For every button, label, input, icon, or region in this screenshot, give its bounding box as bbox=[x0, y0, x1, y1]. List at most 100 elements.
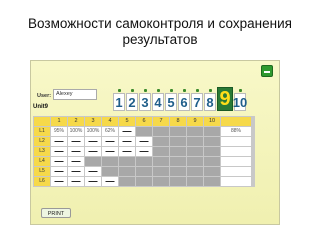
table-cell[interactable]: — bbox=[136, 137, 152, 146]
table-cell[interactable]: — bbox=[85, 137, 101, 146]
row-label: L6 bbox=[34, 177, 50, 186]
column-header: 2 bbox=[68, 117, 84, 126]
table-cell bbox=[153, 177, 169, 186]
pin-icon bbox=[156, 89, 160, 92]
table-cell bbox=[119, 167, 135, 176]
table-cell[interactable]: — bbox=[51, 147, 67, 156]
column-header: 4 bbox=[102, 117, 118, 126]
table-cell[interactable]: — bbox=[68, 177, 84, 186]
table-cell[interactable]: — bbox=[51, 137, 67, 146]
exit-icon[interactable] bbox=[261, 65, 273, 77]
table-cell bbox=[136, 177, 152, 186]
table-cell bbox=[187, 157, 203, 166]
pin-icon bbox=[238, 89, 242, 92]
pin-icon bbox=[117, 89, 121, 92]
table-cell[interactable]: — bbox=[85, 177, 101, 186]
table-cell[interactable]: 95% bbox=[51, 127, 67, 136]
print-button[interactable]: PRINT bbox=[41, 208, 71, 218]
table-cell[interactable]: — bbox=[51, 177, 67, 186]
column-header: 6 bbox=[136, 117, 152, 126]
table-cell bbox=[136, 127, 152, 136]
app-screenshot: User: Alexey Unit9 1 2 3 4 5 6 7 8 9 10 123456789… bbox=[30, 60, 280, 225]
column-header: 10 bbox=[204, 117, 220, 126]
row-label: L1 bbox=[34, 127, 50, 136]
score-cell bbox=[221, 177, 251, 186]
table-cell bbox=[204, 137, 220, 146]
row-label: L4 bbox=[34, 157, 50, 166]
number-button-10[interactable]: 10 bbox=[233, 89, 247, 111]
table-cell bbox=[153, 137, 169, 146]
table-cell bbox=[170, 177, 186, 186]
pin-icon bbox=[208, 89, 212, 92]
number-button-5[interactable]: 5 bbox=[165, 89, 177, 111]
table-cell bbox=[170, 147, 186, 156]
table-cell bbox=[170, 167, 186, 176]
results-table: 1 2 3 4 5 6 7 8 9 10 L1 95% 100% 100% 62% —88% L2— — — — — — L… bbox=[33, 116, 255, 187]
table-cell[interactable]: — bbox=[68, 137, 84, 146]
table-cell bbox=[204, 157, 220, 166]
number-button-3[interactable]: 3 bbox=[139, 89, 151, 111]
table-cell[interactable]: — bbox=[119, 137, 135, 146]
table-cell bbox=[187, 137, 203, 146]
pin-icon bbox=[130, 89, 134, 92]
table-cell bbox=[187, 167, 203, 176]
table-cell bbox=[119, 177, 135, 186]
table-cell bbox=[204, 127, 220, 136]
number-button-4[interactable]: 4 bbox=[152, 89, 164, 111]
table-cell[interactable]: — bbox=[136, 147, 152, 156]
table-cell[interactable]: — bbox=[102, 137, 118, 146]
table-cell bbox=[153, 167, 169, 176]
score-cell bbox=[221, 167, 251, 176]
table-cell bbox=[170, 127, 186, 136]
number-button-8[interactable]: 8 bbox=[204, 89, 216, 111]
table-cell bbox=[119, 157, 135, 166]
table-cell bbox=[204, 177, 220, 186]
table-cell[interactable]: — bbox=[85, 147, 101, 156]
pin-icon bbox=[195, 89, 199, 92]
column-header: 3 bbox=[85, 117, 101, 126]
table-cell[interactable]: — bbox=[51, 157, 67, 166]
number-button-7[interactable]: 7 bbox=[191, 89, 203, 111]
table-cell bbox=[170, 137, 186, 146]
pin-icon bbox=[182, 89, 186, 92]
table-corner bbox=[34, 117, 50, 126]
table-cell[interactable]: 100% bbox=[85, 127, 101, 136]
table-cell[interactable]: — bbox=[119, 147, 135, 156]
table-cell[interactable]: 62% bbox=[102, 127, 118, 136]
column-header: 7 bbox=[153, 117, 169, 126]
slide-title-line-2: результатов bbox=[122, 32, 198, 47]
table-cell[interactable]: — bbox=[68, 157, 84, 166]
table-cell[interactable]: — bbox=[102, 147, 118, 156]
score-cell bbox=[221, 157, 251, 166]
score-header bbox=[221, 117, 251, 126]
number-button-1[interactable]: 1 bbox=[113, 89, 125, 111]
table-cell bbox=[204, 167, 220, 176]
user-label: User: bbox=[37, 93, 52, 99]
number-button-2[interactable]: 2 bbox=[126, 89, 138, 111]
number-button-6[interactable]: 6 bbox=[178, 89, 190, 111]
column-header: 9 bbox=[187, 117, 203, 126]
table-cell[interactable]: — bbox=[85, 167, 101, 176]
table-cell bbox=[153, 127, 169, 136]
table-cell[interactable]: — bbox=[102, 177, 118, 186]
table-cell bbox=[136, 167, 152, 176]
table-cell[interactable]: 100% bbox=[68, 127, 84, 136]
pin-icon bbox=[169, 89, 173, 92]
score-cell bbox=[221, 137, 251, 146]
pin-icon bbox=[143, 89, 147, 92]
score-cell: 88% bbox=[221, 127, 251, 136]
slide-title-line-1: Возможности самоконтроля и сохранения bbox=[28, 16, 292, 31]
table-cell[interactable]: — bbox=[68, 147, 84, 156]
row-label: L3 bbox=[34, 147, 50, 156]
user-name-field[interactable]: Alexey bbox=[53, 89, 97, 100]
table-cell[interactable]: — bbox=[68, 167, 84, 176]
table-cell[interactable]: — bbox=[51, 167, 67, 176]
column-header: 5 bbox=[119, 117, 135, 126]
table-cell bbox=[187, 177, 203, 186]
number-selector: 1 2 3 4 5 6 7 8 9 10 bbox=[113, 87, 247, 111]
table-cell bbox=[153, 157, 169, 166]
table-cell bbox=[187, 147, 203, 156]
table-cell bbox=[136, 157, 152, 166]
table-cell[interactable]: — bbox=[119, 127, 135, 136]
number-button-9[interactable]: 9 bbox=[217, 87, 233, 111]
